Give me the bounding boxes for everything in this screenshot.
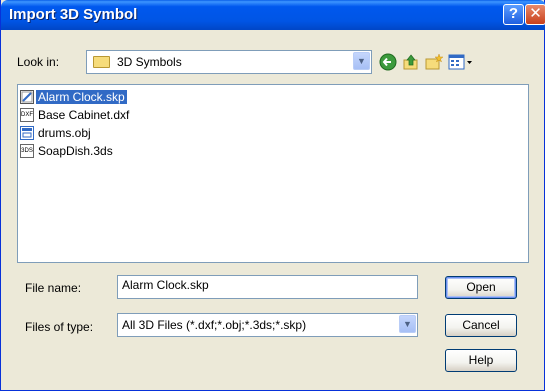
help-button[interactable]: Help	[445, 349, 517, 372]
dxf-file-icon: DXF	[20, 108, 34, 122]
3ds-file-icon: 3DS	[20, 144, 34, 158]
window-title: Import 3D Symbol	[9, 6, 138, 23]
file-name: drums.obj	[38, 126, 91, 140]
chevron-down-icon[interactable]: ▼	[353, 52, 370, 70]
files-of-type-combo[interactable]: All 3D Files (*.dxf;*.obj;*.3ds;*.skp) ▼	[117, 313, 418, 337]
chevron-down-icon[interactable]: ▼	[399, 315, 416, 333]
help-title-button[interactable]: ?	[503, 4, 524, 25]
cancel-button[interactable]: Cancel	[445, 314, 517, 337]
obj-file-icon	[20, 126, 34, 140]
new-folder-icon[interactable]	[425, 53, 443, 71]
file-name: SoapDish.3ds	[38, 144, 113, 158]
files-of-type-label: Files of type:	[25, 320, 94, 334]
files-of-type-value: All 3D Files (*.dxf;*.obj;*.3ds;*.skp)	[122, 318, 307, 332]
look-in-value: 3D Symbols	[117, 55, 182, 69]
title-bar[interactable]: Import 3D Symbol ? ✕	[1, 0, 545, 30]
back-icon[interactable]	[379, 53, 397, 71]
look-in-label: Look in:	[17, 55, 60, 69]
folder-icon	[93, 56, 110, 68]
open-button[interactable]: Open	[445, 276, 517, 299]
close-button[interactable]: ✕	[525, 4, 545, 25]
skp-file-icon	[20, 90, 34, 104]
up-folder-icon[interactable]	[402, 53, 420, 71]
file-name: Base Cabinet.dxf	[38, 108, 130, 122]
file-name-label: File name:	[25, 281, 82, 295]
file-list[interactable]: Alarm Clock.skp DXF Base Cabinet.dxf dru…	[17, 84, 529, 263]
import-3d-symbol-dialog: Import 3D Symbol ? ✕ Look in: 3D Symbols…	[0, 0, 545, 391]
look-in-combo[interactable]: 3D Symbols ▼	[86, 50, 372, 74]
file-name: Alarm Clock.skp	[36, 90, 127, 104]
views-menu-icon[interactable]	[448, 53, 474, 71]
file-name-input[interactable]: Alarm Clock.skp	[117, 275, 418, 299]
